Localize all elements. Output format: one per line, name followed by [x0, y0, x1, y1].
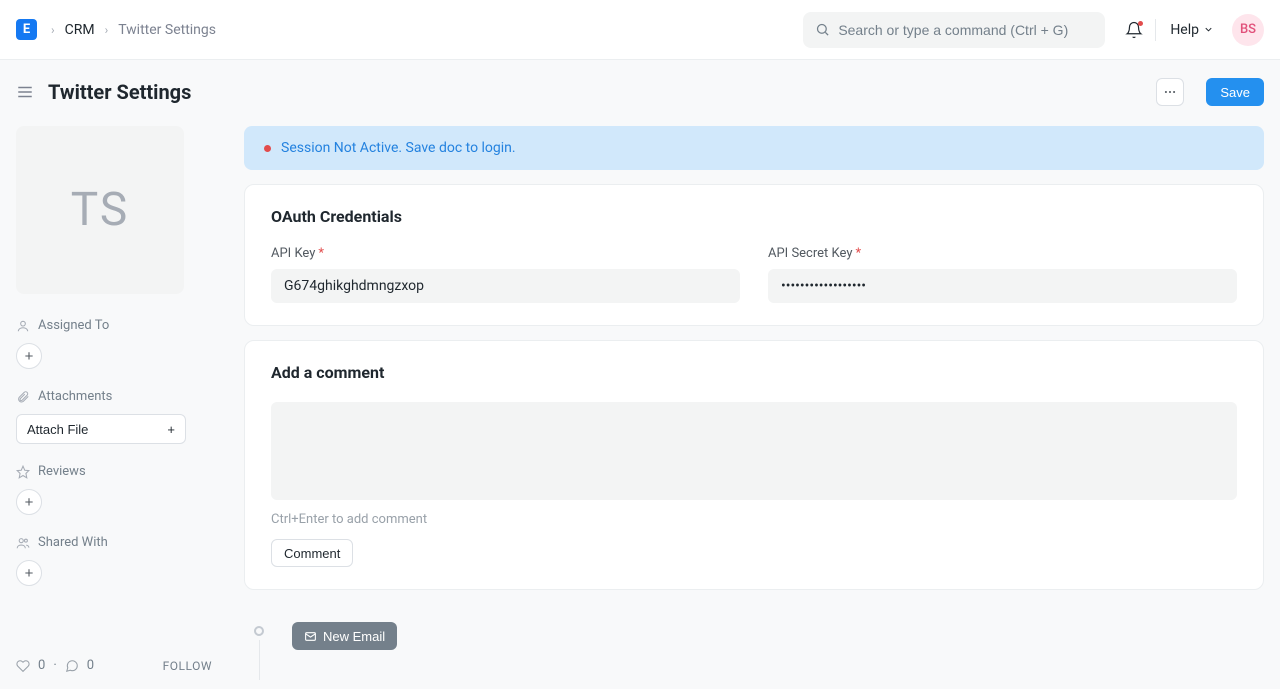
alert-text: Session Not Active. Save doc to login. — [281, 140, 516, 156]
add-share-button[interactable]: + — [16, 560, 42, 586]
comment-hint: Ctrl+Enter to add comment — [271, 512, 1237, 527]
timeline: New Email — [244, 622, 1264, 650]
api-key-label: API Key — [271, 246, 315, 261]
new-email-label: New Email — [323, 629, 385, 644]
follow-button[interactable]: FOLLOW — [163, 659, 212, 673]
attachments-section: Attachments Attach File + — [16, 389, 212, 444]
app-header: E › CRM › Twitter Settings Help BS — [0, 0, 1280, 60]
save-button[interactable]: Save — [1206, 78, 1264, 106]
chevron-right-icon: › — [105, 23, 109, 37]
comment-input[interactable] — [271, 402, 1237, 500]
comments-title: Add a comment — [271, 363, 1237, 382]
global-search[interactable] — [803, 12, 1105, 48]
status-dot-icon — [264, 145, 271, 152]
reviews-section: Reviews + — [16, 464, 212, 515]
shared-with-section: Shared With + — [16, 535, 212, 586]
comments-count: 0 — [87, 658, 94, 673]
menu-icon[interactable] — [16, 83, 34, 101]
api-key-input[interactable] — [271, 269, 740, 303]
page-header: Twitter Settings Save — [0, 60, 1280, 126]
search-icon — [815, 22, 830, 37]
page-title: Twitter Settings — [48, 80, 191, 104]
star-icon — [16, 465, 30, 479]
divider — [1155, 19, 1156, 41]
paperclip-icon — [16, 390, 30, 404]
plus-icon: + — [167, 422, 175, 437]
comment-icon[interactable] — [65, 659, 79, 673]
heart-icon[interactable] — [16, 659, 30, 673]
breadcrumb-crm[interactable]: CRM — [65, 22, 95, 38]
chevron-down-icon — [1203, 24, 1214, 35]
reviews-label: Reviews — [38, 464, 86, 479]
search-input[interactable] — [838, 22, 1093, 38]
timeline-line — [259, 640, 260, 680]
attach-file-label: Attach File — [27, 422, 88, 437]
help-label: Help — [1170, 22, 1199, 38]
comment-button[interactable]: Comment — [271, 539, 353, 567]
required-indicator: * — [855, 246, 861, 261]
help-menu[interactable]: Help — [1170, 22, 1214, 38]
add-review-button[interactable]: + — [16, 489, 42, 515]
mail-icon — [304, 630, 317, 643]
document-thumbnail[interactable]: TS — [16, 126, 184, 294]
avatar-initials: BS — [1240, 22, 1256, 37]
session-alert: Session Not Active. Save doc to login. — [244, 126, 1264, 170]
new-email-button[interactable]: New Email — [292, 622, 397, 650]
breadcrumb: › CRM › Twitter Settings — [51, 22, 216, 38]
timeline-dot-icon — [254, 626, 264, 636]
assigned-to-section: Assigned To + — [16, 318, 212, 369]
api-key-field-group: API Key * — [271, 246, 740, 303]
more-actions-button[interactable] — [1156, 78, 1184, 106]
users-icon — [16, 536, 30, 550]
shared-with-label: Shared With — [38, 535, 108, 550]
api-secret-label: API Secret Key — [768, 246, 852, 261]
oauth-credentials-card: OAuth Credentials API Key * API Secret K… — [244, 184, 1264, 326]
comments-card: Add a comment Ctrl+Enter to add comment … — [244, 340, 1264, 590]
attachments-label: Attachments — [38, 389, 112, 404]
required-indicator: * — [318, 246, 324, 261]
likes-count: 0 — [38, 658, 45, 673]
add-assignee-button[interactable]: + — [16, 343, 42, 369]
logo-letter: E — [23, 22, 30, 37]
breadcrumb-current: Twitter Settings — [118, 22, 216, 38]
oauth-title: OAuth Credentials — [271, 207, 1237, 226]
attach-file-button[interactable]: Attach File + — [16, 414, 186, 444]
sidebar: TS Assigned To + Attachments — [16, 126, 212, 689]
user-avatar[interactable]: BS — [1232, 14, 1264, 46]
user-icon — [16, 319, 30, 333]
dot-separator: · — [53, 658, 56, 673]
main-content: Session Not Active. Save doc to login. O… — [244, 126, 1264, 689]
sidebar-footer: 0 · 0 FOLLOW — [16, 648, 212, 689]
api-secret-field-group: API Secret Key * — [768, 246, 1237, 303]
assigned-to-label: Assigned To — [38, 318, 109, 333]
chevron-right-icon: › — [51, 23, 55, 37]
thumbnail-initials: TS — [71, 183, 129, 237]
notifications-button[interactable] — [1125, 21, 1143, 39]
app-logo[interactable]: E — [16, 19, 37, 40]
api-secret-input[interactable] — [768, 269, 1237, 303]
